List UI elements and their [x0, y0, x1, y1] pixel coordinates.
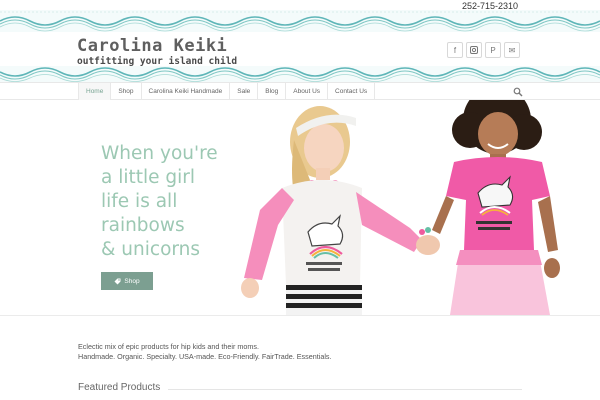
hero-heading-line: a little girl [101, 167, 196, 188]
nav-item-contact-us[interactable]: Contact Us [327, 83, 376, 100]
intro-line: Eclectic mix of epic products for hip ki… [78, 342, 259, 351]
intro-text: Eclectic mix of epic products for hip ki… [78, 342, 332, 362]
site-logo[interactable]: Carolina Keiki outfitting your island ch… [77, 36, 238, 68]
tag-icon [114, 278, 121, 284]
nav-item-blog[interactable]: Blog [257, 83, 285, 100]
featured-products-heading: Featured Products [78, 382, 161, 393]
hero-divider [0, 315, 600, 316]
nav-item-handmade[interactable]: Carolina Keiki Handmade [140, 83, 230, 100]
logo-tagline: outfitting your island child [77, 56, 238, 67]
nav-item-sale[interactable]: Sale [229, 83, 257, 100]
logo-title: Carolina Keiki [77, 36, 228, 56]
nav-item-shop[interactable]: Shop [110, 83, 140, 100]
featured-divider [168, 389, 522, 390]
social-links: f P ✉ [447, 42, 520, 58]
hero-banner: When you're a little girl life is all ra… [0, 100, 600, 315]
shop-button-label: Shop [124, 277, 140, 285]
instagram-glyph [470, 46, 478, 54]
instagram-icon[interactable] [466, 42, 482, 58]
nav-item-about-us[interactable]: About Us [285, 83, 327, 100]
mail-glyph: ✉ [508, 45, 516, 55]
hero-heading-line: rainbows [101, 215, 185, 236]
decorative-wave-top [0, 10, 600, 32]
intro-line: Handmade. Organic. Specialty. USA-made. … [78, 352, 332, 361]
hero-heading: When you're a little girl life is all ra… [101, 142, 241, 262]
facebook-icon[interactable]: f [447, 42, 463, 58]
shop-button[interactable]: Shop [101, 272, 153, 290]
girl-left-figure [241, 106, 440, 315]
mail-icon[interactable]: ✉ [504, 42, 520, 58]
hero-heading-line: life is all [101, 191, 178, 212]
facebook-glyph: f [453, 45, 457, 55]
pinterest-icon[interactable]: P [485, 42, 501, 58]
girl-right-figure [432, 100, 560, 315]
hero-photo [241, 100, 560, 315]
hero-heading-line: When you're [101, 143, 218, 164]
nav-item-home[interactable]: Home [78, 83, 111, 100]
main-nav: Home Shop Carolina Keiki Handmade Sale B… [0, 82, 600, 100]
pinterest-glyph: P [490, 45, 496, 55]
search-icon[interactable] [513, 87, 523, 97]
hero-heading-line: & unicorns [101, 239, 201, 260]
